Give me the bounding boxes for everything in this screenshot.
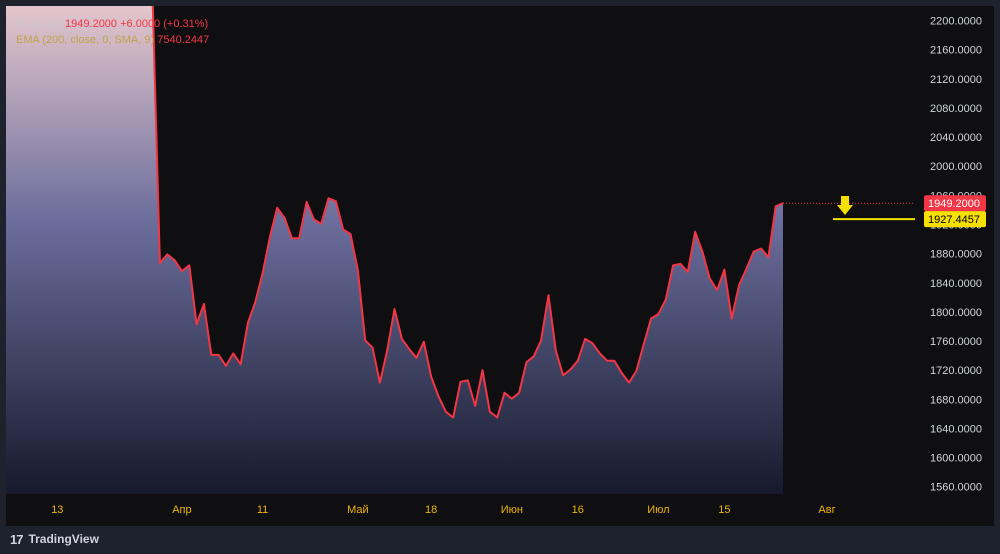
x-tick-label: 18 xyxy=(425,504,437,516)
legend-ema-value: 7540.2447 xyxy=(157,34,210,46)
y-tick-label: 2160.0000 xyxy=(930,45,982,57)
chart-window: 2200.0000 2160.0000 2120.0000 2080.0000 2040… xyxy=(0,0,1000,554)
price-area xyxy=(6,6,783,494)
legend-last-price: 1949.2000 xyxy=(65,18,118,30)
tradingview-brand[interactable]: 17 TradingView xyxy=(10,530,99,548)
tradingview-brand-name: TradingView xyxy=(28,532,99,546)
x-tick-label: Июл xyxy=(647,504,669,516)
y-tick-label: 1680.0000 xyxy=(930,394,982,406)
y-tick-label: 1800.0000 xyxy=(930,307,982,319)
y-tick-label: 1600.0000 xyxy=(930,453,982,465)
y-tick-label: 2080.0000 xyxy=(930,103,982,115)
y-tick-label: 1840.0000 xyxy=(930,278,982,290)
price-chart[interactable]: 2200.0000 2160.0000 2120.0000 2080.0000 2040… xyxy=(0,0,1000,554)
y-tick-label: 1880.0000 xyxy=(930,249,982,261)
y-tick-label: 2200.0000 xyxy=(930,16,982,28)
y-tick-label: 2000.0000 xyxy=(930,161,982,173)
ema-price-tag-label: 1927.4457 xyxy=(928,214,980,226)
x-tick-label: Апр xyxy=(172,504,191,516)
y-tick-label: 1760.0000 xyxy=(930,336,982,348)
x-tick-label: 16 xyxy=(572,504,584,516)
tradingview-logo-icon: 17 xyxy=(10,531,24,547)
y-tick-label: 2040.0000 xyxy=(930,132,982,144)
y-tick-label: 1720.0000 xyxy=(930,365,982,377)
last-price-tag-label: 1949.2000 xyxy=(928,198,980,210)
x-tick-label: 15 xyxy=(718,504,730,516)
x-tick-label: 11 xyxy=(257,504,268,516)
legend-change: +6.0000 (+0.31%) xyxy=(120,18,209,30)
chart-legend: PLZL, 1Д 1949.2000 +6.0000 (+0.31%) EMA … xyxy=(16,16,209,48)
y-tick-label: 1560.0000 xyxy=(930,482,982,494)
x-tick-label: Май xyxy=(347,504,369,516)
x-tick-label: Июн xyxy=(501,504,523,516)
legend-symbol: PLZL, 1Д xyxy=(16,18,62,30)
y-tick-label: 1640.0000 xyxy=(930,423,982,435)
x-tick-label: Авг xyxy=(818,504,835,516)
y-tick-label: 2120.0000 xyxy=(930,74,982,86)
x-tick-label: 13 xyxy=(51,504,63,516)
down-arrow-icon xyxy=(837,196,853,215)
legend-ema-name: EMA (200, close, 0, SMA, 9) xyxy=(16,34,155,46)
